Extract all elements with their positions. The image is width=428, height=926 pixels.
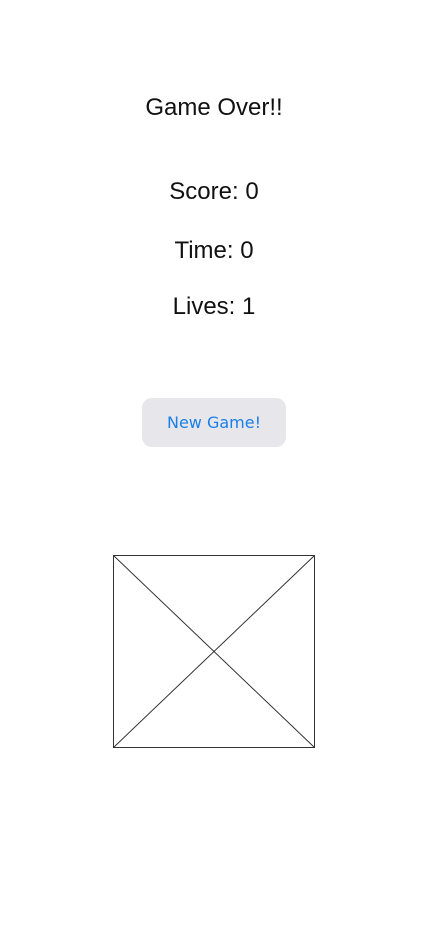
new-game-button[interactable]: New Game!: [142, 398, 286, 447]
lives-label: Lives: 1: [172, 293, 256, 320]
game-over-title: Game Over!!: [145, 94, 283, 121]
score-label: Score: 0: [169, 178, 259, 205]
time-label: Time: 0: [174, 237, 254, 264]
image-placeholder-icon: [113, 555, 315, 748]
